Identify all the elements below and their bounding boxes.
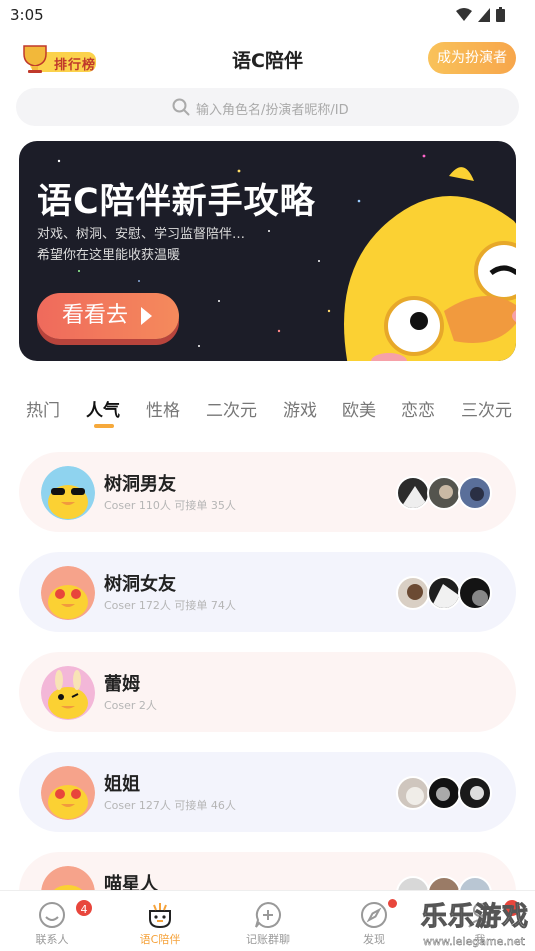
tab-romance[interactable]: 恋恋 xyxy=(401,396,435,421)
avatar xyxy=(458,476,492,510)
avatar xyxy=(41,566,95,620)
watermark: 乐乐游戏 www.lelegame.net xyxy=(417,881,535,951)
banner-go-button[interactable]: 看看去 xyxy=(37,293,179,339)
list-item[interactable]: 树洞男友 Coser 110人 可接单 35人 xyxy=(19,452,516,532)
avatar xyxy=(458,576,492,610)
card-title: 蕾姆 xyxy=(104,674,140,695)
card-title: 树洞女友 xyxy=(104,574,176,595)
battery-icon xyxy=(496,7,505,22)
avatar xyxy=(396,476,430,510)
guide-banner[interactable]: 语C陪伴新手攻略 对戏、树洞、安慰、学习监督陪伴… 希望你在这里能收获温暖 看看… xyxy=(19,141,516,361)
banner-go-label: 看看去 xyxy=(62,303,129,328)
tab-game[interactable]: 游戏 xyxy=(283,396,317,421)
avatar xyxy=(396,776,430,810)
card-title: 树洞男友 xyxy=(104,474,176,495)
banner-title: 语C陪伴新手攻略 xyxy=(37,182,316,222)
banner-subtitle-2: 希望你在这里能收获温暖 xyxy=(37,248,181,263)
top-bar: 排行榜 语C陪伴 成为扮演者 xyxy=(0,38,535,78)
card-meta: Coser 110人 可接单 35人 xyxy=(104,499,236,512)
nav-contacts[interactable]: 4 联系人 xyxy=(12,891,94,951)
tab-western[interactable]: 欧美 xyxy=(342,396,376,421)
duck-icon xyxy=(149,903,171,929)
nav-badge: 4 xyxy=(74,898,94,918)
category-tabs: 热门 人气 性格 二次元 游戏 欧美 恋恋 三次元 xyxy=(0,394,535,428)
status-bar: 3:05 xyxy=(0,0,535,30)
wifi-icon xyxy=(456,7,472,21)
nav-yuc-companion[interactable]: 语C陪伴 xyxy=(120,891,200,951)
banner-subtitle: 对戏、树洞、安慰、学习监督陪伴… xyxy=(37,227,246,242)
avatar xyxy=(458,776,492,810)
become-performer-button[interactable]: 成为扮演者 xyxy=(428,42,516,74)
avatar xyxy=(396,576,430,610)
search-placeholder: 输入角色名/扮演者昵称/ID xyxy=(196,103,349,118)
search-icon xyxy=(172,98,190,116)
nav-discover[interactable]: 发现 xyxy=(334,891,414,951)
nav-label: 语C陪伴 xyxy=(139,933,181,946)
avatar xyxy=(427,576,461,610)
duck-mascot-illustration xyxy=(344,167,516,361)
avatar xyxy=(41,466,95,520)
tab-personality[interactable]: 性格 xyxy=(146,396,180,421)
watermark-url: www.lelegame.net xyxy=(423,935,525,948)
status-icons xyxy=(456,7,505,22)
user-avatars xyxy=(396,776,492,810)
avatar xyxy=(41,666,95,720)
tab-anime[interactable]: 二次元 xyxy=(206,396,257,421)
list-item[interactable]: 树洞女友 Coser 172人 可接单 74人 xyxy=(19,552,516,632)
user-avatars xyxy=(396,576,492,610)
active-tab-indicator xyxy=(94,424,114,428)
compass-icon xyxy=(361,902,387,928)
smile-icon xyxy=(39,902,65,928)
notification-dot xyxy=(388,899,397,908)
list-item[interactable]: 姐姐 Coser 127人 可接单 46人 xyxy=(19,752,516,832)
signal-icon xyxy=(478,7,490,22)
avatar xyxy=(427,776,461,810)
play-arrow-icon xyxy=(141,307,152,325)
watermark-text: 乐乐游戏 xyxy=(420,902,529,933)
chat-plus-icon xyxy=(255,901,281,928)
nav-label: 联系人 xyxy=(35,933,69,946)
tab-popular[interactable]: 人气 xyxy=(86,396,120,421)
tab-real-life[interactable]: 三次元 xyxy=(461,396,512,421)
nav-label: 发现 xyxy=(363,933,385,946)
search-input[interactable]: 输入角色名/扮演者昵称/ID xyxy=(16,88,519,126)
list-item[interactable]: 蕾姆 Coser 2人 xyxy=(19,652,516,732)
tab-hot[interactable]: 热门 xyxy=(26,396,60,421)
card-meta: Coser 127人 可接单 46人 xyxy=(104,799,236,812)
nav-bookkeeping-group-chat[interactable]: 记账群聊 xyxy=(228,891,308,951)
user-avatars xyxy=(396,476,492,510)
avatar xyxy=(41,766,95,820)
card-title: 姐姐 xyxy=(104,774,140,795)
card-meta: Coser 172人 可接单 74人 xyxy=(104,599,236,612)
nav-label: 记账群聊 xyxy=(246,933,290,946)
card-meta: Coser 2人 xyxy=(104,699,157,712)
status-time: 3:05 xyxy=(10,6,44,24)
avatar xyxy=(427,476,461,510)
